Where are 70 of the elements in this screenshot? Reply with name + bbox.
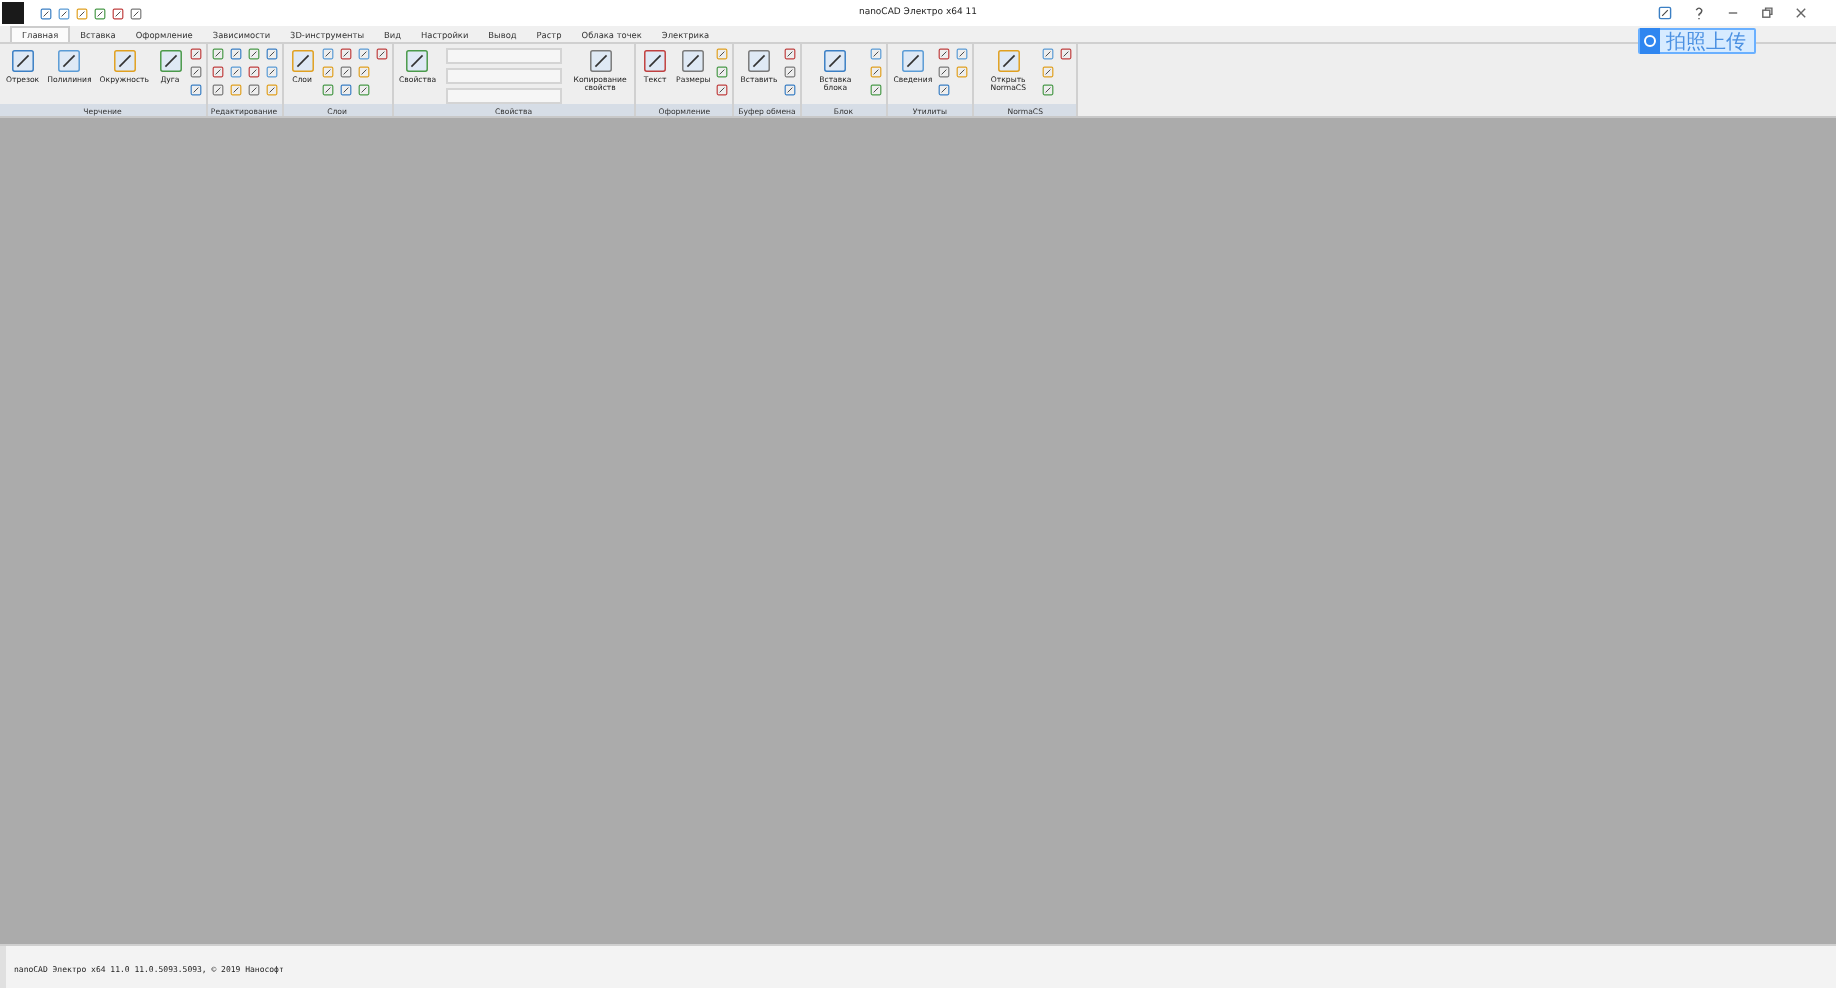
tool-icon[interactable] bbox=[783, 66, 796, 78]
tool-icon[interactable] bbox=[247, 66, 259, 78]
tool-icon[interactable] bbox=[189, 48, 201, 60]
tool-icon[interactable] bbox=[956, 66, 969, 78]
toolbar-icon[interactable] bbox=[40, 7, 52, 19]
tool-icon[interactable] bbox=[938, 48, 951, 60]
tool-icon[interactable] bbox=[321, 66, 333, 78]
tool-icon bbox=[289, 48, 315, 74]
tool-icon[interactable] bbox=[956, 48, 969, 60]
tool-icon[interactable] bbox=[339, 66, 351, 78]
toolbar-icon[interactable] bbox=[94, 7, 106, 19]
color-field[interactable] bbox=[446, 68, 563, 84]
tool-icon[interactable] bbox=[938, 66, 951, 78]
toolbar-icon[interactable] bbox=[130, 7, 142, 19]
tool-icon[interactable] bbox=[189, 84, 201, 96]
tool-icon bbox=[9, 48, 36, 74]
tool-icon bbox=[822, 48, 849, 74]
tool-icon[interactable] bbox=[339, 84, 351, 96]
restore-icon[interactable] bbox=[1760, 6, 1774, 20]
tool-icon[interactable] bbox=[211, 48, 223, 60]
tool-icon[interactable] bbox=[1060, 48, 1073, 60]
tool-icon[interactable] bbox=[321, 48, 333, 60]
tool-icon[interactable] bbox=[869, 66, 882, 78]
tool-icon[interactable] bbox=[716, 66, 729, 78]
tool-icon[interactable] bbox=[265, 66, 277, 78]
tool-icon[interactable] bbox=[265, 84, 277, 96]
tool-icon bbox=[995, 48, 1022, 74]
tool-icon[interactable] bbox=[229, 66, 241, 78]
tool-icon[interactable] bbox=[211, 84, 223, 96]
tool-icon[interactable] bbox=[869, 84, 882, 96]
tool-icon[interactable] bbox=[716, 48, 729, 60]
tool-icon[interactable] bbox=[1042, 48, 1055, 60]
tool-icon[interactable] bbox=[189, 66, 201, 78]
tool-icon[interactable] bbox=[357, 66, 369, 78]
tool-icon[interactable] bbox=[357, 48, 369, 60]
tool-icon bbox=[680, 48, 707, 74]
tool-icon[interactable] bbox=[1042, 84, 1055, 96]
close-icon[interactable] bbox=[1794, 6, 1808, 20]
linetype-field[interactable] bbox=[446, 88, 563, 104]
tool-icon[interactable] bbox=[1042, 66, 1055, 78]
tool-icon[interactable] bbox=[247, 84, 259, 96]
layer-field[interactable] bbox=[446, 48, 563, 64]
toolbar-icon[interactable] bbox=[76, 7, 88, 19]
tool-icon[interactable] bbox=[938, 84, 951, 96]
tool-icon[interactable] bbox=[783, 84, 796, 96]
tool-icon[interactable] bbox=[247, 48, 259, 60]
tool-icon[interactable] bbox=[229, 48, 241, 60]
tool-icon bbox=[157, 48, 183, 74]
toolbar-icon[interactable] bbox=[58, 7, 70, 19]
tool-icon[interactable] bbox=[375, 48, 387, 60]
tool-icon bbox=[587, 48, 614, 74]
app-logo bbox=[2, 2, 24, 24]
tool-icon[interactable] bbox=[357, 84, 369, 96]
toolbar-icon[interactable] bbox=[112, 7, 124, 19]
tool-icon bbox=[404, 48, 431, 74]
tool-icon bbox=[642, 48, 669, 74]
help-icon[interactable] bbox=[1692, 6, 1706, 20]
tool-icon[interactable] bbox=[321, 84, 333, 96]
tool-icon[interactable] bbox=[783, 48, 796, 60]
minimize-icon[interactable] bbox=[1726, 6, 1740, 20]
tool-icon bbox=[899, 48, 926, 74]
tool-icon[interactable] bbox=[229, 84, 241, 96]
tool-icon[interactable] bbox=[716, 84, 729, 96]
tool-icon[interactable] bbox=[869, 48, 882, 60]
tool-icon[interactable] bbox=[339, 48, 351, 60]
tool-icon bbox=[56, 48, 83, 74]
tool-icon[interactable] bbox=[211, 66, 223, 78]
tool-icon[interactable] bbox=[265, 48, 277, 60]
tool-icon bbox=[111, 48, 138, 74]
tool-icon bbox=[745, 48, 772, 74]
